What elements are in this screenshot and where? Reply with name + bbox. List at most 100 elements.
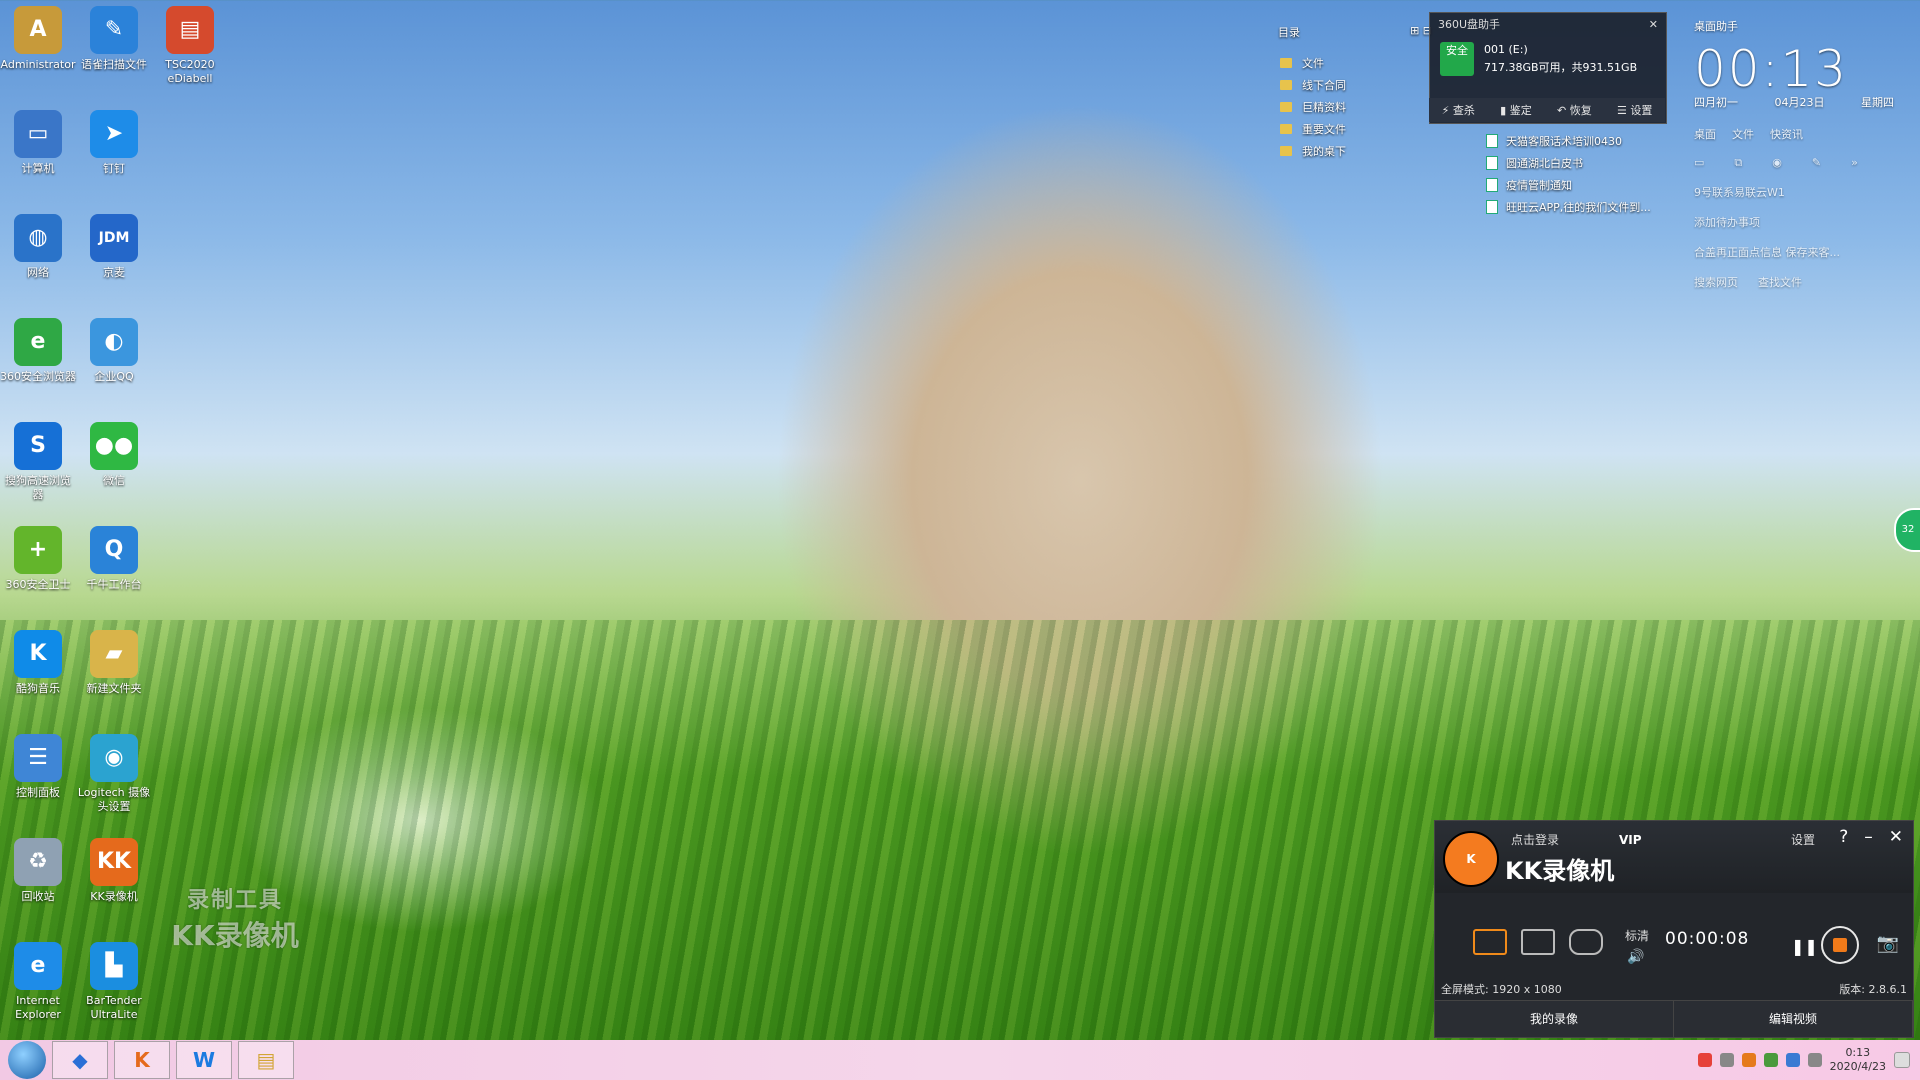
desktop-icon-360-security[interactable]: + 360安全卫士 bbox=[0, 520, 76, 592]
start-button[interactable] bbox=[8, 1041, 46, 1079]
edit-icon[interactable]: ✎ bbox=[1812, 156, 1821, 170]
desktop-icon-dingtalk[interactable]: ➤ 钉钉 bbox=[76, 104, 152, 176]
desktop-icon-wechat[interactable]: ●● 微信 bbox=[76, 416, 152, 488]
show-desktop-icon[interactable] bbox=[1894, 1052, 1910, 1068]
usb-helper-header: 360U盘助手 ✕ bbox=[1430, 13, 1666, 37]
file-link[interactable]: 文件 bbox=[1732, 126, 1754, 142]
directory-item[interactable]: 我的桌下 bbox=[1278, 140, 1438, 162]
desktop-icon-network[interactable]: ◍ 网络 bbox=[0, 208, 76, 280]
floating-badge[interactable]: 32 bbox=[1894, 508, 1920, 552]
battery-icon[interactable] bbox=[1719, 1053, 1734, 1067]
desktop-icon-sogou-browser[interactable]: S 搜狗高速浏览器 bbox=[0, 416, 76, 502]
scan-button[interactable]: ⚡ 查杀 bbox=[1442, 102, 1475, 118]
desktop-icon-jdm[interactable]: JDM 京麦 bbox=[76, 208, 152, 280]
search-web[interactable]: 搜索网页 bbox=[1694, 274, 1738, 290]
tray-clock[interactable]: 0:13 2020/4/23 bbox=[1830, 1046, 1886, 1074]
user-folder-icon: A bbox=[14, 6, 62, 54]
file-item[interactable]: 天猫客服话术培训0430 bbox=[1486, 130, 1651, 152]
usb-drive-icon: 安全 bbox=[1440, 42, 1474, 76]
desktop-icon-new-folder[interactable]: ▰ 新建文件夹 bbox=[76, 624, 152, 696]
folder-icon bbox=[1280, 146, 1292, 156]
desktop-icon-scan-files[interactable]: ✎ 语雀扫描文件 bbox=[76, 0, 152, 72]
vip-badge[interactable]: VIP bbox=[1619, 833, 1642, 847]
close-icon[interactable]: ✕ bbox=[1649, 13, 1658, 37]
volume-tray-icon[interactable] bbox=[1807, 1053, 1822, 1067]
weekday: 星期四 bbox=[1861, 96, 1894, 109]
desktop-icon-recycle-bin[interactable]: ♻ 回收站 bbox=[0, 832, 76, 904]
screenshot-icon[interactable]: 📷 bbox=[1877, 933, 1899, 954]
taskbar-app-360[interactable]: ◆ bbox=[52, 1041, 108, 1079]
taskbar: ◆ K W ▤ 0:13 2020/4/23 bbox=[0, 1040, 1920, 1080]
add-todo[interactable]: 添加待办事项 bbox=[1694, 214, 1894, 230]
volume-icon[interactable]: 🔊 bbox=[1627, 949, 1644, 965]
settings-button[interactable]: ☰ 设置 bbox=[1617, 102, 1652, 118]
news-link[interactable]: 快资讯 bbox=[1770, 126, 1803, 142]
scan-icon: ✎ bbox=[90, 6, 138, 54]
taskbar-app-wps[interactable]: W bbox=[176, 1041, 232, 1079]
fullscreen-mode-icon[interactable] bbox=[1473, 929, 1507, 955]
desktop-link[interactable]: 桌面 bbox=[1694, 126, 1716, 142]
kk-recorder-icon: KK bbox=[90, 838, 138, 886]
todo-item[interactable]: 9号联系易联云W1 bbox=[1694, 184, 1894, 200]
identify-button[interactable]: ▮ 鉴定 bbox=[1500, 102, 1532, 118]
directory-item[interactable]: 线下合同 bbox=[1278, 74, 1438, 96]
kk-tray-icon[interactable] bbox=[1741, 1053, 1756, 1067]
desktop-icon-qianniu[interactable]: Q 千牛工作台 bbox=[76, 520, 152, 592]
region-mode-icon[interactable] bbox=[1521, 929, 1555, 955]
desktop-icon-control-panel[interactable]: ☰ 控制面板 bbox=[0, 728, 76, 800]
wechat-icon: ●● bbox=[90, 422, 138, 470]
close-icon[interactable]: ✕ bbox=[1889, 827, 1903, 847]
qianniu-icon: Q bbox=[90, 526, 138, 574]
crop-icon[interactable]: ⧉ bbox=[1734, 156, 1742, 170]
settings-link[interactable]: 设置 bbox=[1791, 831, 1815, 848]
note-icon[interactable]: ▭ bbox=[1694, 156, 1704, 170]
desktop-icon-bartender[interactable]: ▙ BarTender UltraLite bbox=[76, 936, 152, 1022]
edit-video-button[interactable]: 编辑视频 bbox=[1674, 1001, 1913, 1037]
pause-button[interactable]: ❚❚ bbox=[1791, 937, 1818, 956]
game-mode-icon[interactable] bbox=[1569, 929, 1603, 955]
file-item[interactable]: 圆通湖北白皮书 bbox=[1486, 152, 1651, 174]
desktop-icon-logitech[interactable]: ◉ Logitech 摄像头设置 bbox=[76, 728, 152, 814]
desktop-icon-kugou[interactable]: K 酷狗音乐 bbox=[0, 624, 76, 696]
file-item[interactable]: 疫情管制通知 bbox=[1486, 174, 1651, 196]
eye-icon[interactable]: ◉ bbox=[1772, 156, 1782, 170]
file-item[interactable]: 旺旺云APP,往的我们文件到... bbox=[1486, 196, 1651, 218]
directory-item[interactable]: 重要文件 bbox=[1278, 118, 1438, 140]
login-link[interactable]: 点击登录 bbox=[1511, 831, 1559, 848]
sogou-input-icon[interactable] bbox=[1697, 1053, 1712, 1067]
my-recordings-button[interactable]: 我的录像 bbox=[1435, 1001, 1674, 1037]
desktop-icon-tsc-archive[interactable]: ▤ TSC2020 eDiabell bbox=[152, 0, 228, 86]
minimize-icon[interactable]: – bbox=[1864, 827, 1873, 847]
taskbar-app-explorer[interactable]: ▤ bbox=[238, 1041, 294, 1079]
dingtalk-icon: ➤ bbox=[90, 110, 138, 158]
desktop-icon-kk-recorder[interactable]: KK KK录像机 bbox=[76, 832, 152, 904]
chevron-right-icon[interactable]: » bbox=[1851, 156, 1858, 170]
directory-item[interactable]: 巨精资料 bbox=[1278, 96, 1438, 118]
restore-button[interactable]: ↶ 恢复 bbox=[1557, 102, 1592, 118]
jdm-icon: JDM bbox=[90, 214, 138, 262]
drive-name: 001 (E:) bbox=[1484, 43, 1528, 56]
desktop-icon-360-browser[interactable]: e 360安全浏览器 bbox=[0, 312, 76, 384]
directory-item[interactable]: 文件 bbox=[1278, 52, 1438, 74]
drive-capacity: 717.38GB可用，共931.51GB bbox=[1484, 61, 1638, 74]
system-tray: 0:13 2020/4/23 bbox=[1697, 1040, 1910, 1080]
desktop-icon-enterprise-qq[interactable]: ◐ 企业QQ bbox=[76, 312, 152, 384]
security-tray-icon[interactable] bbox=[1763, 1053, 1778, 1067]
control-panel-icon: ☰ bbox=[14, 734, 62, 782]
network-tray-icon[interactable] bbox=[1785, 1053, 1800, 1067]
desktop-icon-administrator[interactable]: A Administrator bbox=[0, 0, 76, 72]
desktop-icon-computer[interactable]: ▭ 计算机 bbox=[0, 104, 76, 176]
help-icon[interactable]: ? bbox=[1839, 827, 1848, 847]
version-label: 版本: 2.8.6.1 bbox=[1839, 983, 1907, 996]
desktop-icon-ie[interactable]: e Internet Explorer bbox=[0, 936, 76, 1022]
folder-icon bbox=[1280, 58, 1292, 68]
stop-button[interactable] bbox=[1821, 926, 1859, 964]
taskbar-app-kk-recorder[interactable]: K bbox=[114, 1041, 170, 1079]
app-title: KK录像机 bbox=[1505, 857, 1615, 885]
folder-icon bbox=[1280, 102, 1292, 112]
document-icon bbox=[1486, 156, 1498, 170]
calendar-date: 04月23日 bbox=[1774, 96, 1825, 109]
webcam-icon: ◉ bbox=[90, 734, 138, 782]
quality-select[interactable]: 标清 bbox=[1625, 927, 1649, 944]
find-file[interactable]: 查找文件 bbox=[1758, 274, 1802, 290]
